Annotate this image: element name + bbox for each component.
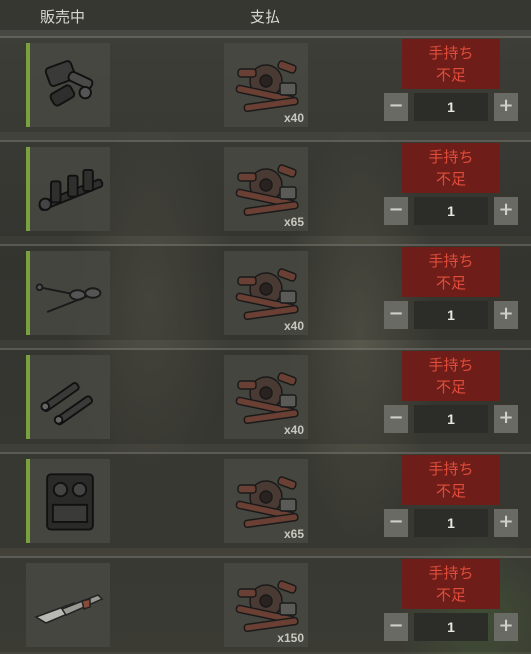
quantity-input[interactable]: 1 xyxy=(414,93,488,121)
shop-row: x65 手持ち不足 −1 + xyxy=(0,140,531,236)
header-payment: 支払 xyxy=(250,8,281,26)
warning-line2: 不足 xyxy=(435,274,466,292)
warning-line2: 不足 xyxy=(435,586,466,604)
insufficient-funds-badge: 手持ち 不足 xyxy=(402,247,500,297)
decrement-button[interactable]: − xyxy=(384,613,408,641)
warning-line2: 不足 xyxy=(435,482,466,500)
payment-slot[interactable]: x40 xyxy=(224,355,308,439)
crankshaft-icon xyxy=(38,169,104,211)
warning-line2: 不足 xyxy=(435,66,466,84)
quantity-input[interactable]: 1 xyxy=(414,509,488,537)
payment-slot[interactable]: x40 xyxy=(224,251,308,335)
quantity-input[interactable]: 1 xyxy=(414,405,488,433)
shop-row: x150 手持ち不足 −1 + xyxy=(0,556,531,652)
increment-button[interactable]: + xyxy=(494,93,518,121)
payment-quantity: x40 xyxy=(283,111,304,125)
decrement-button[interactable]: − xyxy=(384,301,408,329)
increment-button[interactable]: + xyxy=(494,197,518,225)
increment-button[interactable]: + xyxy=(494,301,518,329)
payment-quantity: x150 xyxy=(277,631,304,645)
piston-icon xyxy=(44,60,94,107)
warning-line1: 手持ち xyxy=(428,460,474,478)
quantity-stepper: −1 + xyxy=(384,301,518,329)
decrement-button[interactable]: − xyxy=(384,93,408,121)
quantity-stepper: −1 + xyxy=(384,93,518,121)
payment-slot[interactable]: x150 xyxy=(224,563,308,647)
insufficient-funds-badge: 手持ち 不足 xyxy=(402,455,500,505)
quantity-stepper: −1 + xyxy=(384,405,518,433)
payment-slot[interactable]: x65 xyxy=(224,147,308,231)
payment-quantity: x65 xyxy=(283,527,304,541)
warning-line1: 手持ち xyxy=(428,252,474,270)
item-slot[interactable] xyxy=(30,459,110,543)
spark-plugs-icon xyxy=(40,382,93,426)
quantity-input[interactable]: 1 xyxy=(414,301,488,329)
quantity-stepper: −1 + xyxy=(384,509,518,537)
payment-quantity: x40 xyxy=(283,319,304,333)
insufficient-funds-badge: 手持ち 不足 xyxy=(402,559,500,609)
engine-block-icon xyxy=(46,473,94,531)
increment-button[interactable]: + xyxy=(494,405,518,433)
increment-button[interactable]: + xyxy=(494,509,518,537)
decrement-button[interactable]: − xyxy=(384,197,408,225)
quantity-stepper: −1 + xyxy=(384,197,518,225)
carburetor-blade-icon xyxy=(34,594,104,624)
payment-slot[interactable]: x65 xyxy=(224,459,308,543)
column-header: 販売中 支払 xyxy=(0,0,531,30)
metal-scrap-icon xyxy=(235,372,299,425)
payment-slot[interactable]: x40 xyxy=(224,43,308,127)
warning-line2: 不足 xyxy=(435,378,466,396)
warning-line2: 不足 xyxy=(435,170,466,188)
metal-scrap-icon xyxy=(235,476,299,529)
metal-scrap-icon xyxy=(235,164,299,217)
shop-row: x40 手持ち不足 −1 + xyxy=(0,244,531,340)
insufficient-funds-badge: 手持ち 不足 xyxy=(402,39,500,89)
shop-row: x65 手持ち不足 −1 + xyxy=(0,452,531,548)
insufficient-funds-badge: 手持ち 不足 xyxy=(402,143,500,193)
item-slot[interactable] xyxy=(30,43,110,127)
item-slot[interactable] xyxy=(26,563,110,647)
quantity-input[interactable]: 1 xyxy=(414,197,488,225)
warning-line1: 手持ち xyxy=(428,564,474,582)
shop-row: x40 手持ち不足 −1 + xyxy=(0,348,531,444)
warning-line1: 手持ち xyxy=(428,148,474,166)
increment-button[interactable]: + xyxy=(494,613,518,641)
item-slot[interactable] xyxy=(30,147,110,231)
metal-scrap-icon xyxy=(235,60,299,113)
insufficient-funds-badge: 手持ち 不足 xyxy=(402,351,500,401)
item-slot[interactable] xyxy=(30,251,110,335)
decrement-button[interactable]: − xyxy=(384,405,408,433)
warning-line1: 手持ち xyxy=(428,44,474,62)
metal-scrap-icon xyxy=(235,580,299,633)
payment-quantity: x40 xyxy=(283,423,304,437)
decrement-button[interactable]: − xyxy=(384,509,408,537)
shop-row: x40 手持ち不足 −1 + xyxy=(0,36,531,132)
quantity-stepper: −1 + xyxy=(384,613,518,641)
payment-quantity: x65 xyxy=(283,215,304,229)
item-slot[interactable] xyxy=(30,355,110,439)
warning-line1: 手持ち xyxy=(428,356,474,374)
header-selling: 販売中 xyxy=(40,8,86,26)
metal-scrap-icon xyxy=(235,268,299,321)
valves-icon xyxy=(35,283,102,313)
quantity-input[interactable]: 1 xyxy=(414,613,488,641)
